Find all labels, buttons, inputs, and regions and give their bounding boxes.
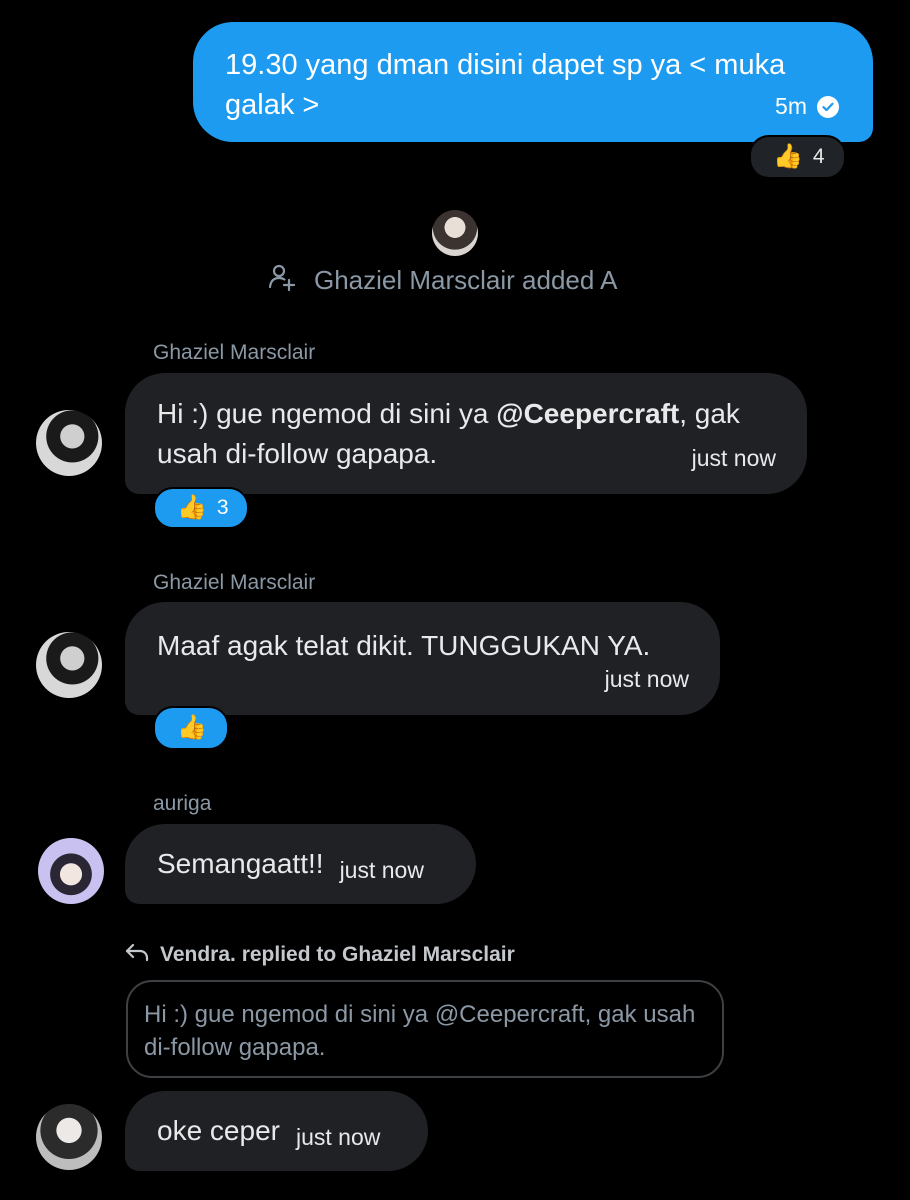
message-text: Semangaatt!! (157, 848, 324, 879)
reaction-count: 4 (812, 145, 825, 168)
quoted-message[interactable]: Hi :) gue ngemod di sini ya @Ceepercraft… (126, 980, 724, 1078)
message-time: just now (691, 445, 776, 471)
thumbs-up-icon: 👍 (773, 143, 803, 170)
read-check-icon (817, 95, 839, 118)
reaction-count: 3 (216, 496, 229, 519)
message-bubble[interactable]: Maaf agak telat dikit. TUNGGUKAN YA. jus… (125, 602, 720, 715)
outgoing-message-meta: 5m (775, 93, 839, 120)
message-bubble[interactable]: Semangaatt!! just now (125, 824, 476, 904)
added-user-avatar[interactable] (432, 210, 478, 256)
reaction-badge[interactable]: 👍 3 (153, 487, 249, 529)
add-person-icon (268, 263, 296, 298)
outgoing-reaction-badge[interactable]: 👍 4 (749, 135, 846, 179)
system-message: Ghaziel Marsclair added A (268, 262, 617, 298)
thumbs-up-icon: 👍 (177, 714, 207, 741)
reply-arrow-icon (124, 942, 150, 968)
avatar[interactable] (36, 1104, 102, 1170)
message-time: just now (339, 857, 424, 883)
sender-name: auriga (153, 792, 212, 815)
message-text: Hi :) gue ngemod di sini ya @Ceepercraft… (157, 398, 740, 469)
message-bubble[interactable]: oke ceper just now (125, 1091, 428, 1171)
message-time: just now (604, 666, 689, 692)
sender-name: Ghaziel Marsclair (153, 571, 316, 594)
outgoing-message-bubble[interactable]: 19.30 yang dman disini dapet sp ya < muk… (193, 22, 873, 142)
outgoing-message-text: 19.30 yang dman disini dapet sp ya < muk… (225, 49, 786, 121)
sender-name: Ghaziel Marsclair (153, 341, 316, 364)
message-bubble[interactable]: Hi :) gue ngemod di sini ya @Ceepercraft… (125, 373, 807, 494)
reply-label: Vendra. replied to Ghaziel Marsclair (124, 942, 515, 968)
thumbs-up-icon: 👍 (177, 494, 207, 521)
message-time: just now (295, 1124, 381, 1150)
outgoing-message-time: 5m (775, 93, 807, 119)
avatar[interactable] (36, 632, 102, 698)
quoted-message-text: Hi :) gue ngemod di sini ya @Ceepercraft… (144, 1001, 696, 1061)
mention-link[interactable]: @Ceepercraft (496, 398, 679, 429)
reaction-badge[interactable]: 👍 (153, 706, 229, 750)
system-message-text: Ghaziel Marsclair added A (314, 264, 618, 295)
avatar[interactable] (36, 410, 102, 476)
reply-label-text: Vendra. replied to Ghaziel Marsclair (160, 943, 515, 966)
message-text: Maaf agak telat dikit. TUNGGUKAN YA. (157, 630, 651, 661)
message-text: oke ceper (157, 1115, 280, 1146)
avatar[interactable] (38, 838, 104, 904)
